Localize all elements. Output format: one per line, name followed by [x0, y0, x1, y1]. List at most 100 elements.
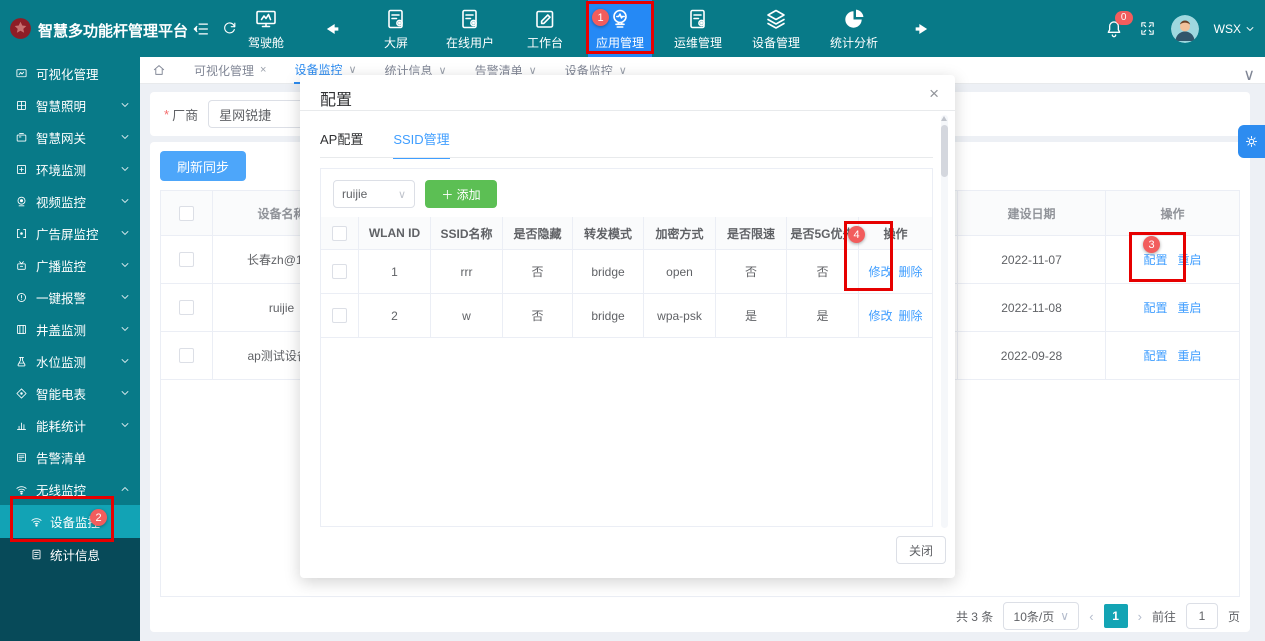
build-date: 2022-11-08 — [958, 284, 1106, 331]
col-build-date: 建设日期 — [958, 191, 1106, 235]
wireless-submenu: 设备监控 统计信息 — [0, 505, 140, 641]
modify-link[interactable]: 修改 — [868, 307, 892, 324]
water-level-icon — [15, 355, 28, 368]
restart-link[interactable]: 重启 — [1178, 251, 1202, 268]
notification-badge: 0 — [1115, 11, 1133, 25]
nav-item-ops-management[interactable]: 运维管理 — [666, 0, 730, 57]
ssid-panel: ruijie ∨ ＋ 添加 WLAN ID SSID名称 是否隐藏 转发模式 加… — [320, 168, 933, 527]
modal-close-icon[interactable]: × — [929, 84, 939, 104]
sidebar-item-alarm[interactable]: 一键报警 — [0, 281, 140, 313]
chevron-down-icon: ∨ — [348, 63, 356, 76]
close-icon[interactable]: × — [260, 64, 266, 76]
delete-link[interactable]: 删除 — [899, 307, 923, 324]
configure-link[interactable]: 配置 — [1143, 347, 1167, 364]
required-mark: * — [164, 107, 169, 122]
notification-bell-icon[interactable]: 0 — [1104, 19, 1124, 39]
chevron-down-icon — [120, 132, 130, 142]
tab-ap-config[interactable]: AP配置 — [320, 129, 363, 159]
divider — [300, 110, 955, 111]
row-checkbox[interactable] — [179, 252, 194, 267]
row-checkbox[interactable] — [332, 264, 347, 279]
chevron-down-icon — [120, 292, 130, 302]
stats-pie-icon — [842, 7, 866, 31]
wireless-icon — [15, 483, 28, 496]
nav-item-stats-analysis[interactable]: 统计分析 — [822, 0, 886, 57]
nav-item-big-screen[interactable]: 大屏 — [368, 0, 424, 57]
sidebar-item-manhole[interactable]: 井盖监测 — [0, 313, 140, 345]
home-icon[interactable] — [152, 63, 166, 77]
refresh-sync-button[interactable]: 刷新同步 — [160, 151, 246, 181]
page-size-select[interactable]: 10条/页 ∨ — [1003, 602, 1079, 630]
sidebar-item-wireless-monitor[interactable]: 无线监控 — [0, 473, 140, 505]
scrollbar-thumb[interactable] — [941, 125, 948, 177]
col-actions: 操作 — [1106, 191, 1239, 235]
nav-item-cockpit[interactable]: 驾驶舱 — [238, 0, 294, 57]
nav-item-app-management[interactable]: 应用管理 — [588, 0, 652, 57]
settings-gear-button[interactable] — [1238, 125, 1265, 158]
chevron-up-icon — [120, 484, 130, 494]
current-page[interactable]: 1 — [1104, 604, 1128, 628]
ssid-name: w — [431, 294, 503, 337]
row-checkbox[interactable] — [179, 348, 194, 363]
select-all-checkbox[interactable] — [332, 226, 347, 241]
energy-stats-icon — [15, 419, 28, 432]
top-nav: 驾驶舱 大屏 在线用户 工作台 应用管理 运维管理 设备管理 统计分 — [238, 0, 946, 57]
restart-link[interactable]: 重启 — [1178, 299, 1202, 316]
nav-item-workbench[interactable]: 工作台 — [516, 0, 574, 57]
sidebar-item-visual-management[interactable]: 可视化管理 — [0, 57, 140, 89]
user-menu[interactable]: WSX — [1214, 22, 1255, 36]
row-checkbox[interactable] — [332, 308, 347, 323]
modal-scrollbar — [941, 115, 948, 528]
sidebar-item-video-monitor[interactable]: 视频监控 — [0, 185, 140, 217]
pagination-total: 共 3 条 — [956, 608, 993, 625]
tab-ssid-management[interactable]: SSID管理 — [393, 129, 449, 159]
next-page-button[interactable]: › — [1138, 609, 1142, 624]
video-monitor-icon — [15, 195, 28, 208]
row-checkbox[interactable] — [179, 300, 194, 315]
alarm-icon — [15, 291, 28, 304]
dashboard-monitor-icon — [254, 7, 278, 31]
chevron-down-icon — [120, 100, 130, 110]
sidebar-item-alert-list[interactable]: 告警清单 — [0, 441, 140, 473]
goto-page-input[interactable]: 1 — [1186, 603, 1218, 629]
sidebar-item-smart-lighting[interactable]: 智慧照明 — [0, 89, 140, 121]
gear-icon — [1244, 134, 1259, 149]
sidebar-item-water-level[interactable]: 水位监测 — [0, 345, 140, 377]
stats-doc-icon — [30, 548, 43, 561]
tab-visual-management[interactable]: 可视化管理 × — [194, 57, 266, 84]
online-users-doc-icon — [458, 7, 482, 31]
delete-link[interactable]: 删除 — [899, 263, 923, 280]
tabbar-chevron-down-icon[interactable]: ∨ — [1243, 65, 1255, 85]
refresh-icon[interactable] — [221, 20, 238, 37]
restart-link[interactable]: 重启 — [1178, 347, 1202, 364]
scroll-up-arrow-icon[interactable] — [941, 116, 947, 121]
sidebar-item-broadcast[interactable]: 广播监控 — [0, 249, 140, 281]
configure-link[interactable]: 配置 — [1143, 299, 1167, 316]
nav-back-arrow-icon[interactable] — [308, 0, 354, 57]
top-bar-right: 0 WSX — [1104, 0, 1255, 57]
sidebar-item-smart-gateway[interactable]: 智慧网关 — [0, 121, 140, 153]
add-ssid-button[interactable]: ＋ 添加 — [425, 180, 497, 208]
nav-forward-arrow-icon[interactable] — [900, 0, 946, 57]
sidebar-subitem-device-monitor[interactable]: 设备监控 — [0, 505, 140, 538]
modify-link[interactable]: 修改 — [868, 263, 892, 280]
device-select[interactable]: ruijie ∨ — [333, 180, 415, 208]
sidebar-item-smart-meter[interactable]: 智能电表 — [0, 377, 140, 409]
fullscreen-icon[interactable] — [1139, 20, 1156, 37]
collapse-sidebar-icon[interactable] — [192, 20, 210, 38]
chevron-down-icon — [1245, 24, 1255, 34]
avatar[interactable] — [1171, 15, 1199, 43]
modal-close-button[interactable]: 关闭 — [896, 536, 946, 564]
sidebar-item-ad-screen[interactable]: 广告屏监控 — [0, 217, 140, 249]
prev-page-button[interactable]: ‹ — [1089, 609, 1093, 624]
configure-link[interactable]: 配置 — [1143, 251, 1167, 268]
sidebar-item-environment[interactable]: 环境监测 — [0, 153, 140, 185]
nav-item-device-management[interactable]: 设备管理 — [744, 0, 808, 57]
device-layers-icon — [764, 7, 788, 31]
nav-item-online-users[interactable]: 在线用户 — [438, 0, 502, 57]
select-all-checkbox[interactable] — [179, 206, 194, 221]
build-date: 2022-09-28 — [958, 332, 1106, 379]
sidebar-subitem-stats-info[interactable]: 统计信息 — [0, 538, 140, 571]
sidebar-item-energy-stats[interactable]: 能耗统计 — [0, 409, 140, 441]
chevron-down-icon — [120, 228, 130, 238]
